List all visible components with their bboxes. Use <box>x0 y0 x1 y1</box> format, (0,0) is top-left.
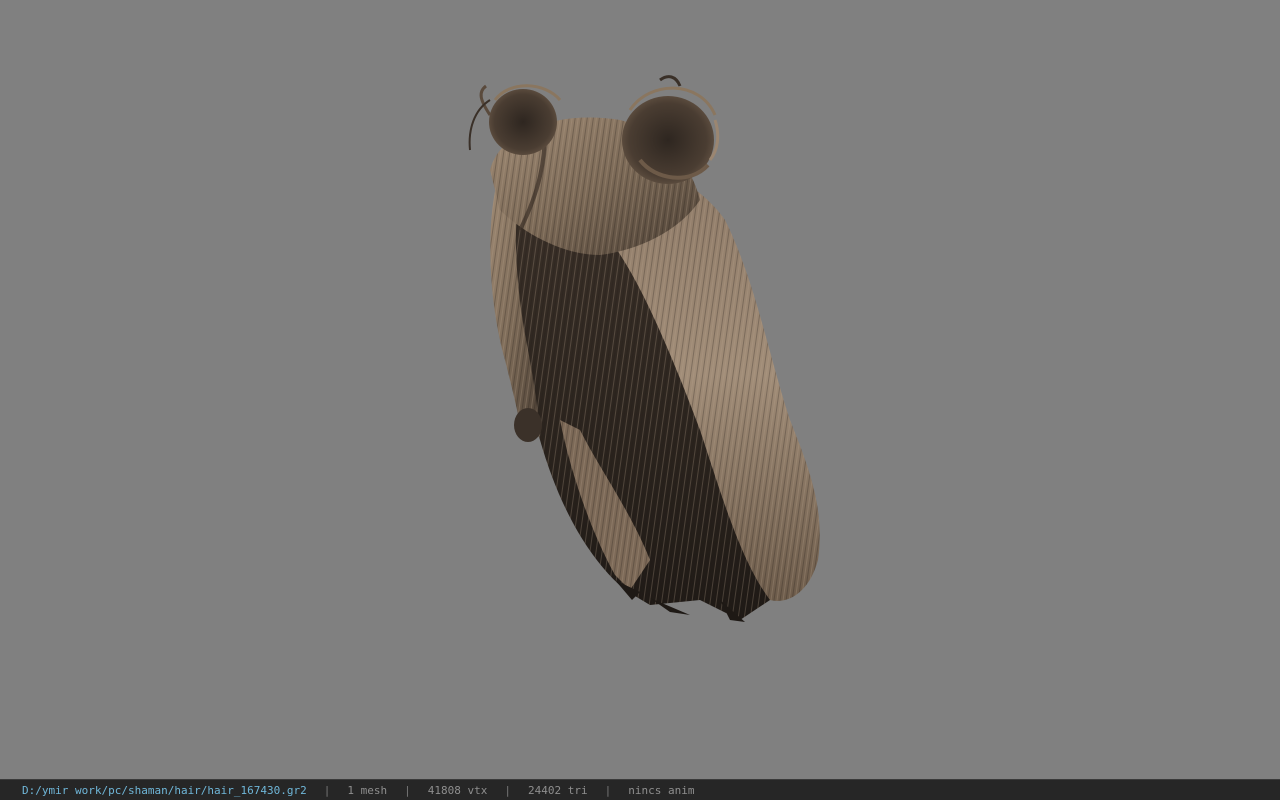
status-separator: | <box>323 783 331 797</box>
status-separator: | <box>504 783 512 797</box>
status-mesh-count: 1 mesh <box>347 783 388 797</box>
status-separator: | <box>604 783 612 797</box>
status-triangle-count: 24402 tri <box>528 783 588 797</box>
hair-model[interactable] <box>0 0 1280 779</box>
3d-viewport[interactable] <box>0 0 1280 779</box>
status-bar: D:/ymir work/pc/shaman/hair/hair_167430.… <box>0 779 1280 800</box>
status-vertex-count: 41808 vtx <box>427 783 488 797</box>
status-separator: | <box>404 783 411 797</box>
status-file-path: D:/ymir work/pc/shaman/hair/hair_167430.… <box>22 783 307 797</box>
status-animation: nincs anim <box>628 783 695 797</box>
